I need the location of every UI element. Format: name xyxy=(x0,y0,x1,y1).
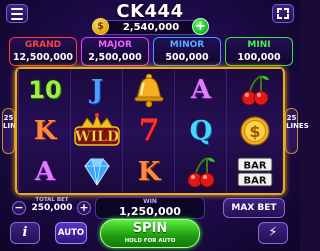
diamond-icon xyxy=(84,158,110,186)
win-value: 1,250,000 xyxy=(119,205,181,218)
symbol-cherry xyxy=(175,151,227,192)
decrease-bet-button[interactable]: − xyxy=(12,201,26,215)
lines-indicator-right: 25 LINES xyxy=(285,108,309,154)
symbol-king: K xyxy=(33,115,57,146)
symbol-bell xyxy=(123,69,175,110)
coin-icon: $ xyxy=(92,18,109,35)
jackpot-grand-value: 12,500,000 xyxy=(12,52,74,63)
symbol-cherry xyxy=(227,69,283,110)
symbol-ace: A xyxy=(34,156,56,187)
jackpot-mini-label: MINI xyxy=(247,40,271,50)
total-bet-display: TOTAL BET 250,000 xyxy=(28,197,76,219)
jackpot-minor: MINOR 500,000 xyxy=(153,37,221,66)
symbol-ten: 10 xyxy=(28,75,62,104)
max-bet-button[interactable]: MAX BET xyxy=(223,198,285,218)
coin-symbol: $ xyxy=(249,122,260,141)
jackpot-minor-value: 500,000 xyxy=(165,52,209,63)
turbo-button[interactable]: ⚡ xyxy=(258,222,288,244)
wild-label: WILD xyxy=(74,129,119,145)
symbol-king: K xyxy=(137,156,161,187)
symbol-wild: WILD xyxy=(71,110,123,151)
spin-label: SPIN xyxy=(132,221,168,236)
jackpot-major-label: MAJOR xyxy=(98,40,132,50)
balance-display: 2,540,000 xyxy=(97,20,205,35)
add-coins-button[interactable]: + xyxy=(192,18,209,35)
jackpot-grand: GRAND 12,500,000 xyxy=(9,37,77,66)
cherry-icon xyxy=(187,156,215,187)
fullscreen-button[interactable] xyxy=(272,4,294,23)
reel-5: $ BAR BAR xyxy=(226,69,282,193)
auto-button[interactable]: AUTO xyxy=(55,222,87,244)
jackpot-major: MAJOR 2,500,000 xyxy=(81,37,149,66)
jackpot-major-value: 2,500,000 xyxy=(88,52,142,63)
cherry-icon xyxy=(241,74,269,105)
symbol-jack: J xyxy=(90,74,104,105)
symbol-coin: $ xyxy=(227,110,283,151)
jackpot-grand-label: GRAND xyxy=(24,40,62,50)
jackpot-mini: MINI 100,000 xyxy=(225,37,293,66)
bell-icon xyxy=(134,73,164,107)
reel-4: A Q xyxy=(174,69,226,193)
symbol-seven: 7 xyxy=(138,113,160,148)
reel-3: 7 K xyxy=(122,69,174,193)
symbol-queen: Q xyxy=(189,115,213,146)
symbol-ace: A xyxy=(190,74,212,105)
spin-hint: HOLD FOR AUTO xyxy=(124,238,176,244)
spin-button[interactable]: SPIN HOLD FOR AUTO xyxy=(100,219,200,248)
game-title: CK444 xyxy=(116,1,184,22)
win-display: WIN 1,250,000 xyxy=(95,197,205,219)
jackpot-mini-value: 100,000 xyxy=(237,52,281,63)
svg-text:BAR: BAR xyxy=(243,160,266,171)
total-bet-value: 250,000 xyxy=(31,203,73,213)
reel-1: 10 K A xyxy=(18,69,70,193)
jackpot-minor-label: MINOR xyxy=(169,40,205,50)
bar-icon: BAR BAR xyxy=(237,157,273,186)
dollar-coin-icon: $ xyxy=(240,115,270,146)
lightning-icon: ⚡ xyxy=(268,225,278,240)
reel-2: J WILD xyxy=(70,69,122,193)
svg-text:BAR: BAR xyxy=(243,175,266,186)
symbol-diamond xyxy=(71,151,123,192)
fullscreen-icon xyxy=(277,8,282,13)
lines-indicator-left: 25 LINES xyxy=(2,108,26,154)
symbol-bar: BAR BAR xyxy=(227,151,283,192)
increase-bet-button[interactable]: + xyxy=(77,201,91,215)
info-button[interactable]: i xyxy=(10,222,40,244)
wild-crown-icon: WILD xyxy=(74,112,120,146)
